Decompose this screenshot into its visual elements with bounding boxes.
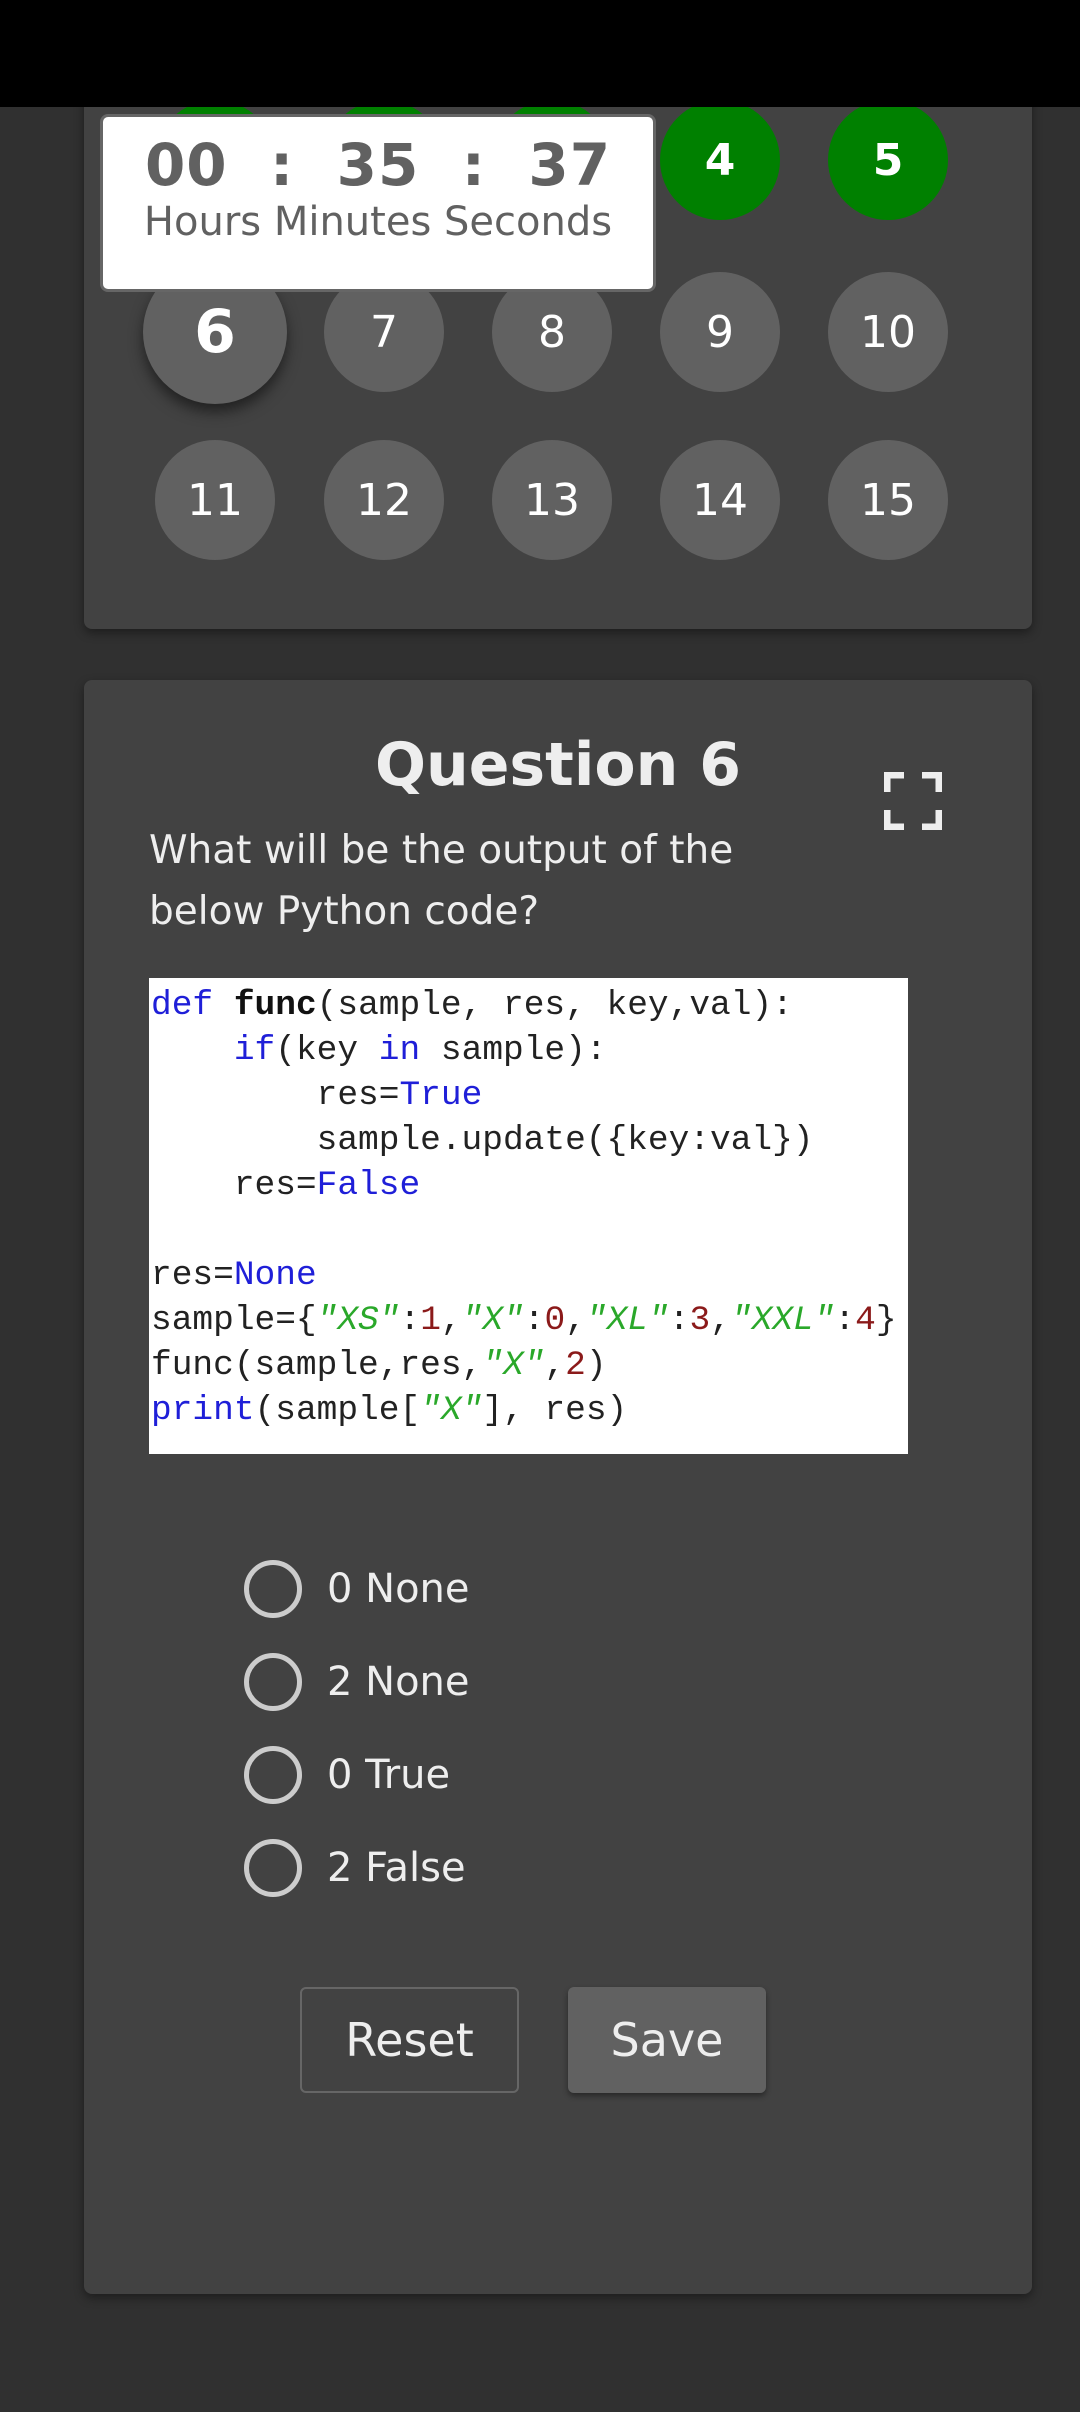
option-label: 0 True [327, 1752, 451, 1798]
question-nav-11[interactable]: 11 [155, 440, 275, 560]
radio-button[interactable] [244, 1746, 302, 1804]
radio-button[interactable] [244, 1653, 302, 1711]
radio-button[interactable] [244, 1839, 302, 1897]
answer-option[interactable]: 0 None [244, 1560, 470, 1618]
radio-button[interactable] [244, 1560, 302, 1618]
option-label: 0 None [327, 1566, 470, 1612]
countdown-timer: 00 : 35 : 37 Hours Minutes Seconds [100, 114, 656, 292]
question-nav-10[interactable]: 10 [828, 272, 948, 392]
answer-option[interactable]: 0 True [244, 1746, 450, 1804]
status-bar [0, 0, 1080, 107]
reset-button[interactable]: Reset [300, 1987, 519, 2093]
save-button[interactable]: Save [568, 1987, 766, 2093]
code-image: def func(sample, res, key,val): if(key i… [149, 978, 908, 1454]
question-nav-9[interactable]: 9 [660, 272, 780, 392]
question-nav-5[interactable]: 5 [828, 100, 948, 220]
timer-value: 00 : 35 : 37 [144, 131, 612, 199]
timer-labels: Hours Minutes Seconds [143, 199, 613, 245]
option-label: 2 None [327, 1659, 470, 1705]
option-label: 2 False [327, 1845, 466, 1891]
question-card: Question 6 What will be the output of th… [84, 680, 1032, 2294]
question-text: What will be the output of the below Pyt… [149, 828, 734, 934]
question-nav-12[interactable]: 12 [324, 440, 444, 560]
answer-option[interactable]: 2 False [244, 1839, 466, 1897]
expand-icon[interactable] [884, 772, 942, 830]
question-nav-13[interactable]: 13 [492, 440, 612, 560]
answer-option[interactable]: 2 None [244, 1653, 470, 1711]
question-nav-14[interactable]: 14 [660, 440, 780, 560]
question-nav-4[interactable]: 4 [660, 100, 780, 220]
question-nav-15[interactable]: 15 [828, 440, 948, 560]
